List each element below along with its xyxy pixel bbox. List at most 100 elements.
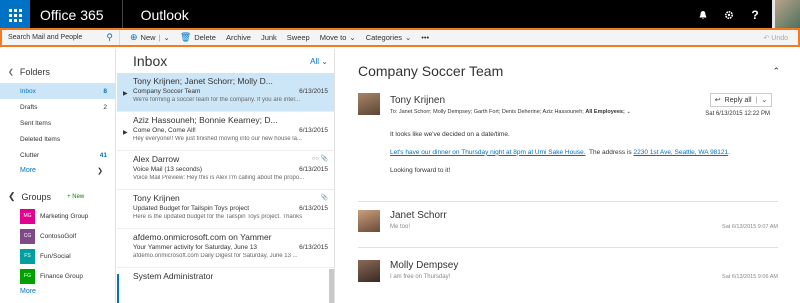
sender-avatar[interactable]: [358, 93, 380, 115]
group-label: ContosoGolf: [40, 232, 77, 240]
recipients-group[interactable]: All Employees;: [585, 109, 624, 115]
divider: |: [755, 96, 758, 104]
list-item[interactable]: Aziz Hassouneh; Bonnie Kearney; D... ▶ C…: [117, 112, 334, 151]
delete-label: Delete: [194, 33, 216, 42]
move-to-button[interactable]: Move to ⌄: [320, 33, 356, 42]
list-item[interactable]: Tony Krijnen 📎 Updated Budget for Tailsp…: [117, 190, 334, 229]
divider: [358, 201, 778, 202]
more-label: More: [20, 167, 36, 174]
group-item[interactable]: CG ContosoGolf: [0, 226, 115, 246]
group-badge: FS: [20, 248, 35, 264]
app-launcher-button[interactable]: [0, 0, 30, 30]
reply-all-icon: ↩: [714, 97, 721, 104]
groups-more-link[interactable]: More: [0, 286, 115, 295]
expand-thread-icon[interactable]: ▶: [123, 129, 128, 136]
chevron-left-icon[interactable]: ❮: [8, 191, 16, 202]
sender-name[interactable]: Tony Krijnen: [390, 95, 445, 106]
reply-item[interactable]: Molly Dempsey I am free on Thursday! Sat…: [358, 256, 778, 290]
chevron-down-icon[interactable]: ⌄: [164, 33, 170, 42]
app-title[interactable]: Outlook: [123, 7, 690, 23]
collapse-icon[interactable]: ⌃: [772, 66, 780, 77]
list-item[interactable]: afdemo.onmicrosoft.com on Yammer Your Ya…: [117, 229, 334, 268]
group-item[interactable]: FG Finance Group: [0, 266, 115, 286]
reply-item[interactable]: Janet Schorr Me too! Sat 6/13/2015 9:07 …: [358, 206, 778, 240]
message-date: 6/13/2015: [299, 88, 328, 95]
categories-button[interactable]: Categories ⌄: [366, 33, 412, 42]
list-item[interactable]: System Administrator: [117, 268, 334, 303]
folder-inbox[interactable]: Inbox 8: [0, 83, 115, 99]
filter-dropdown[interactable]: All ⌄: [310, 57, 328, 66]
chevron-down-icon: ⌄: [321, 56, 328, 66]
more-actions-button[interactable]: •••: [421, 33, 429, 42]
new-group-button[interactable]: + New: [67, 194, 84, 200]
undo-button[interactable]: ↶ Undo: [763, 34, 788, 42]
user-avatar[interactable]: [772, 0, 800, 30]
chevron-left-icon[interactable]: ❮: [8, 68, 14, 76]
sweep-label: Sweep: [286, 33, 310, 42]
search-box[interactable]: Search Mail and People ⚲: [2, 30, 120, 45]
new-button[interactable]: ⊕ New | ⌄: [130, 32, 170, 43]
folder-label: Drafts: [20, 103, 38, 111]
expand-thread-icon[interactable]: ▶: [123, 90, 128, 97]
group-item[interactable]: FS Fun/Social: [0, 246, 115, 266]
sender-avatar[interactable]: [358, 260, 380, 282]
address-link[interactable]: 2230 1st Ave, Seattle, WA 98121: [633, 149, 728, 156]
group-badge: MG: [20, 208, 35, 224]
sweep-button[interactable]: Sweep: [287, 33, 310, 42]
folders-header[interactable]: ❮ Folders: [0, 49, 115, 83]
more-label: More: [20, 288, 36, 295]
search-input[interactable]: Search Mail and People: [8, 34, 82, 41]
folders-more-link[interactable]: More ❯: [0, 163, 115, 175]
bell-icon[interactable]: [690, 0, 716, 30]
divider: [358, 247, 778, 248]
chevron-down-icon[interactable]: ⌄: [761, 96, 767, 104]
waffle-icon: [8, 8, 22, 22]
folder-label: Clutter: [20, 151, 40, 159]
item-count: 2: [103, 103, 107, 111]
conversation-header: Company Soccer Team ⌃: [336, 49, 800, 83]
brand-title[interactable]: Office 365: [30, 0, 123, 30]
reply-sender: Janet Schorr: [390, 210, 447, 221]
chevron-down-icon: ⌄: [405, 33, 412, 42]
chevron-right-icon: ❯: [97, 168, 103, 175]
search-icon[interactable]: ⚲: [106, 32, 113, 43]
groups-header[interactable]: ❮ Groups + New: [0, 175, 115, 206]
sender-avatar[interactable]: [358, 210, 380, 232]
folder-clutter[interactable]: Clutter 41: [0, 147, 115, 163]
list-header: Inbox All ⌄: [117, 49, 334, 73]
scrollbar[interactable]: [329, 269, 334, 303]
list-title: Inbox: [133, 53, 168, 69]
message-from: System Administrator: [133, 271, 214, 281]
message-preview: afdemo.onmicrosoft.com Daily Digest for …: [133, 253, 298, 259]
body-line: It looks like we've decided on a date/ti…: [390, 131, 510, 138]
reply-sender: Molly Dempsey: [390, 260, 459, 271]
folder-label: Inbox: [20, 87, 36, 95]
folder-drafts[interactable]: Drafts 2: [0, 99, 115, 115]
archive-button[interactable]: Archive: [226, 33, 251, 42]
unread-count: 8: [103, 87, 107, 95]
list-item[interactable]: Tony Krijnen; Janet Schorr; Molly D... ▶…: [117, 73, 334, 112]
new-label: New: [140, 33, 156, 42]
body-link[interactable]: Let's have our dinner on Thursday night …: [390, 149, 586, 156]
folders-title: Folders: [19, 67, 50, 77]
message-subject: Voice Mail (13 seconds): [133, 166, 203, 173]
list-item[interactable]: Alex Darrow ○○ 📎 Voice Mail (13 seconds)…: [117, 151, 334, 190]
reply-date: Sat 6/13/2015 9:06 AM: [722, 274, 778, 280]
help-icon[interactable]: ?: [742, 0, 768, 30]
reply-all-button[interactable]: ↩ Reply all | ⌄: [710, 93, 772, 107]
folder-sent-items[interactable]: Sent Items: [0, 115, 115, 131]
message-date: 6/13/2015: [299, 205, 328, 212]
new-group-label: New: [72, 193, 85, 200]
chevron-down-icon[interactable]: ⌄: [626, 109, 631, 115]
gear-icon[interactable]: [716, 0, 742, 30]
delete-button[interactable]: 🗑 Delete: [180, 32, 216, 43]
recipients[interactable]: Janet Schorr; Molly Dempsey; Garth Fort;…: [399, 109, 584, 115]
message-body: It looks like we've decided on a date/ti…: [390, 131, 730, 174]
group-item[interactable]: MG Marketing Group: [0, 206, 115, 226]
junk-label: Junk: [260, 33, 277, 42]
junk-button[interactable]: Junk: [261, 33, 277, 42]
message-subject: Come One, Come All!: [133, 127, 196, 134]
reply-snippet: Me too!: [390, 224, 411, 230]
reply-all-label: Reply all: [724, 96, 752, 104]
folder-deleted-items[interactable]: Deleted Items: [0, 131, 115, 147]
